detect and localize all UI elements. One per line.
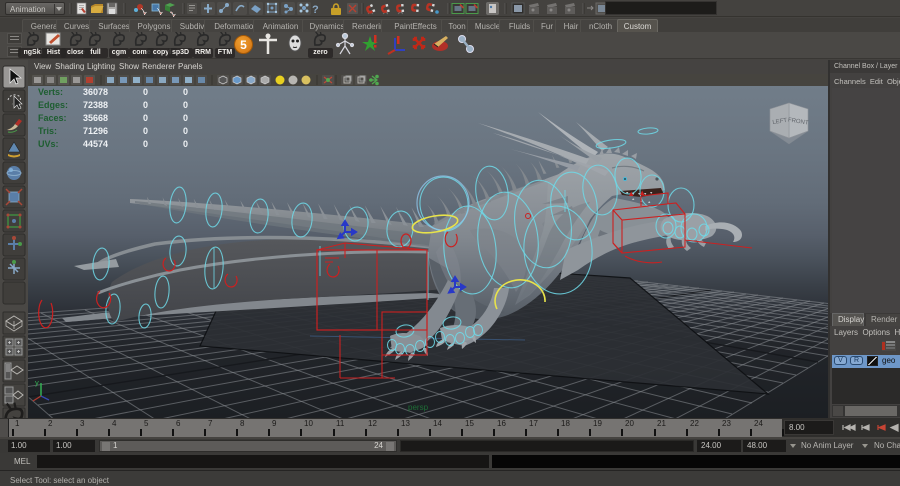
svg-text:0: 0 bbox=[183, 87, 188, 97]
svg-text:0: 0 bbox=[183, 139, 188, 149]
svg-text:0: 0 bbox=[143, 139, 148, 149]
svg-text:?: ? bbox=[312, 4, 319, 16]
svg-text:persp: persp bbox=[408, 403, 429, 412]
svg-text:0: 0 bbox=[143, 113, 148, 123]
svg-text:Verts:: Verts: bbox=[38, 87, 63, 97]
svg-text:Tris:: Tris: bbox=[38, 126, 57, 136]
svg-text:0: 0 bbox=[183, 100, 188, 110]
svg-text:y: y bbox=[35, 378, 39, 387]
svg-text:36078: 36078 bbox=[83, 87, 108, 97]
svg-text:0: 0 bbox=[143, 126, 148, 136]
svg-text:35668: 35668 bbox=[83, 113, 108, 123]
svg-text:0: 0 bbox=[183, 126, 188, 136]
svg-text:0: 0 bbox=[183, 113, 188, 123]
svg-text:71296: 71296 bbox=[83, 126, 108, 136]
svg-text:0: 0 bbox=[143, 100, 148, 110]
svg-text:0: 0 bbox=[143, 87, 148, 97]
svg-text:UVs:: UVs: bbox=[38, 139, 59, 149]
svg-text:Faces:: Faces: bbox=[38, 113, 67, 123]
svg-text:Edges:: Edges: bbox=[38, 100, 68, 110]
svg-text:44574: 44574 bbox=[83, 139, 108, 149]
svg-text:72388: 72388 bbox=[83, 100, 108, 110]
